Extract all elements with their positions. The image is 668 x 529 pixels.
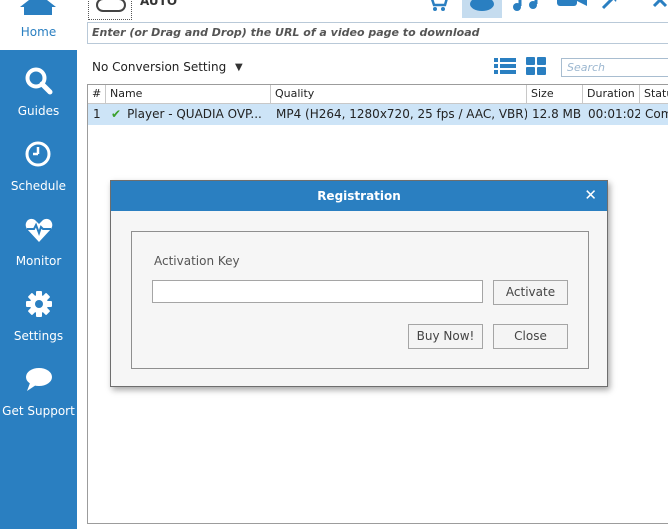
gear-icon bbox=[26, 291, 52, 317]
heart-pulse-icon bbox=[25, 218, 53, 242]
row-name: Player - QUADIA OVP... bbox=[127, 107, 262, 121]
column-header-size[interactable]: Size bbox=[527, 85, 583, 103]
sidebar-item-settings[interactable]: Settings bbox=[0, 291, 77, 361]
url-placeholder: Enter (or Drag and Drop) the URL of a vi… bbox=[92, 26, 480, 39]
mode-label: AUTO bbox=[140, 0, 178, 8]
row-number: 1 bbox=[93, 107, 101, 121]
activate-button[interactable]: Activate bbox=[493, 280, 568, 305]
buy-now-button[interactable]: Buy Now! bbox=[408, 324, 483, 349]
column-header-duration[interactable]: Duration bbox=[583, 85, 640, 103]
conversion-select[interactable]: No Conversion Setting bbox=[92, 60, 226, 74]
mode-toggle[interactable] bbox=[88, 0, 132, 20]
sidebar-item-label: Settings bbox=[13, 329, 64, 343]
dialog-title-bar: Registration ✕ bbox=[111, 181, 607, 211]
download-tab[interactable] bbox=[462, 0, 502, 18]
row-quality: MP4 (H264, 1280x720, 25 fps / AAC, VBR) bbox=[276, 107, 527, 121]
column-header-status[interactable]: Status bbox=[640, 85, 668, 103]
dialog-title: Registration bbox=[317, 189, 401, 203]
column-header-name[interactable]: Name bbox=[106, 85, 271, 103]
search-placeholder: Search bbox=[567, 61, 606, 74]
sidebar-item-monitor[interactable]: Monitor bbox=[0, 216, 77, 286]
table-row[interactable]: 1 ✔ Player - QUADIA OVP... MP4 (H264, 128… bbox=[88, 104, 668, 125]
chevron-down-icon[interactable]: ▼ bbox=[235, 62, 243, 73]
row-status: Com bbox=[645, 107, 668, 121]
sidebar-item-get-support[interactable]: Get Support bbox=[0, 366, 77, 436]
registration-dialog: Registration ✕ Activation Key Activate B… bbox=[110, 180, 608, 387]
column-header-number[interactable]: # bbox=[88, 85, 106, 103]
grid-view-icon[interactable] bbox=[526, 57, 548, 75]
activation-group: Activation Key Activate Buy Now! Close bbox=[131, 231, 589, 369]
table-header: # Name Quality Size Duration Status bbox=[88, 85, 668, 104]
sidebar-item-home[interactable]: Home bbox=[0, 0, 77, 50]
home-icon bbox=[20, 0, 56, 15]
clock-icon bbox=[25, 141, 51, 167]
activation-key-input[interactable] bbox=[152, 280, 483, 303]
column-header-quality[interactable]: Quality bbox=[271, 85, 527, 103]
row-name-cell: ✔ Player - QUADIA OVP... bbox=[106, 104, 271, 125]
music-icon[interactable] bbox=[512, 0, 542, 14]
sidebar-item-schedule[interactable]: Schedule bbox=[0, 141, 77, 211]
chat-bubble-icon bbox=[26, 368, 52, 391]
sidebar-item-label: Guides bbox=[17, 104, 60, 118]
toggle-icon bbox=[96, 0, 126, 12]
search-input[interactable]: Search bbox=[561, 58, 668, 77]
checkmark-icon: ✔ bbox=[111, 107, 122, 121]
download-icon bbox=[470, 0, 494, 11]
sidebar-item-label: Home bbox=[20, 25, 57, 39]
sidebar-item-label: Schedule bbox=[10, 179, 67, 193]
sidebar-item-label: Get Support bbox=[2, 404, 75, 418]
activation-key-label: Activation Key bbox=[154, 254, 240, 268]
sidebar-item-label: Monitor bbox=[15, 254, 62, 268]
close-button[interactable]: Close bbox=[493, 324, 568, 349]
sidebar-item-guides[interactable]: Guides bbox=[0, 66, 77, 136]
list-view-icon[interactable] bbox=[494, 57, 516, 75]
video-camera-icon[interactable] bbox=[556, 0, 588, 12]
sidebar: Home Guides Schedule Monitor Settings Ge… bbox=[0, 0, 77, 529]
close-icon[interactable]: ✕ bbox=[584, 186, 597, 204]
row-duration: 00:01:02 bbox=[588, 107, 640, 121]
url-input[interactable]: Enter (or Drag and Drop) the URL of a vi… bbox=[87, 22, 668, 44]
close-icon[interactable] bbox=[650, 0, 668, 12]
row-size: 12.8 MB bbox=[532, 107, 582, 121]
search-icon bbox=[25, 67, 53, 95]
convert-arrow-icon[interactable] bbox=[600, 0, 622, 12]
cart-icon[interactable] bbox=[425, 0, 449, 12]
